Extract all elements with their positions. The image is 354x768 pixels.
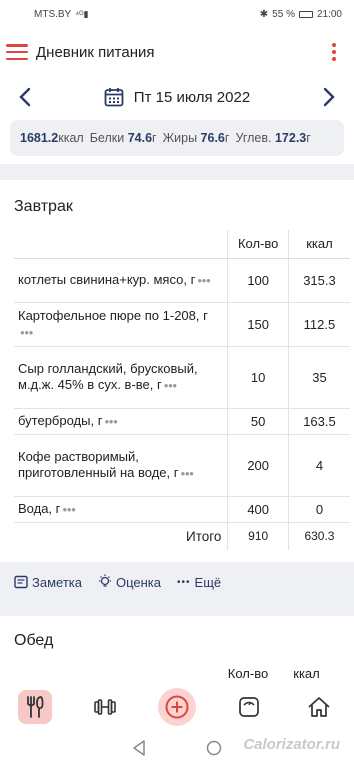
kcal-unit: ккал [58, 131, 84, 145]
table-row[interactable]: Кофе растворимый, приготовленный на воде… [14, 434, 350, 497]
food-name: Кофе растворимый, приготовленный на воде… [18, 448, 179, 480]
table-row[interactable]: бутерброды, г ●●● 50 163.5 [14, 408, 350, 435]
lunch-card: Обед Кол-во ккал [0, 616, 354, 692]
home-icon [308, 697, 330, 717]
protein-label: Белки [89, 131, 125, 145]
protein-unit: г [152, 131, 157, 145]
more-button[interactable]: ••• Ещё [177, 575, 221, 590]
more-icon[interactable]: ●●● [104, 414, 118, 430]
signal-icon: ⁴ᴳ▮ [75, 8, 89, 19]
nav-activity-button[interactable] [88, 690, 122, 724]
qty-header: Кол-во [227, 666, 269, 681]
date-selector[interactable]: Пт 15 июля 2022 [104, 87, 250, 107]
next-day-button[interactable] [318, 86, 340, 108]
battery-icon [298, 10, 313, 18]
status-bar: MTS.BY ⁴ᴳ▮ ✱ 55 % 21:00 [0, 0, 354, 28]
more-icon[interactable]: ●●● [20, 325, 34, 341]
lightbulb-icon [98, 574, 111, 587]
home-circle-icon[interactable] [206, 740, 222, 756]
total-qty: 910 [227, 522, 289, 550]
kcal-value: 1681.2 [20, 131, 59, 145]
app-bar: Дневник питания [0, 28, 354, 76]
table-row[interactable]: Картофельное пюре по 1-208, г ●●● 150 112… [14, 302, 350, 347]
table-row[interactable]: Сыр голландский, брусковый, м.д.ж. 45% в… [14, 346, 350, 409]
app-title: Дневник питания [36, 43, 155, 61]
food-qty: 150 [227, 302, 289, 347]
carrier-label: MTS.BY [34, 8, 72, 20]
watermark-text: Calorizator.ru [243, 736, 340, 753]
table-row[interactable]: Вода, г ●●● 400 0 [14, 496, 350, 523]
food-qty: 100 [227, 258, 289, 303]
kcal-header: ккал [293, 666, 320, 681]
total-row: Итого 910 630.3 [14, 522, 350, 550]
scale-icon [239, 697, 259, 717]
food-qty: 400 [227, 496, 289, 523]
food-qty: 50 [227, 408, 289, 435]
nav-weight-button[interactable] [232, 690, 266, 724]
food-kcal: 35 [288, 346, 350, 409]
breakfast-actions: Заметка Оценка ••• Ещё [0, 562, 354, 602]
breakfast-table: Кол-во ккал котлеты свинина+кур. мясо, г… [14, 230, 350, 550]
add-food-button[interactable] [158, 688, 196, 726]
fat-value: 76.6 [200, 131, 225, 145]
more-icon[interactable]: ●●● [62, 502, 76, 518]
bottom-navigation [0, 686, 354, 728]
food-name: Картофельное пюре по 1-208, г [18, 307, 208, 323]
meal-title[interactable]: Завтрак [0, 180, 354, 230]
note-icon [14, 575, 28, 589]
dots-icon: ••• [177, 576, 191, 588]
food-name: Вода, г [18, 500, 61, 516]
food-name: котлеты свинина+кур. мясо, г [18, 271, 196, 287]
daily-summary: 1681.2ккал Белки 74.6г Жиры 76.6г Углев.… [10, 120, 344, 156]
more-icon[interactable]: ●●● [180, 466, 194, 482]
food-kcal: 315.3 [288, 258, 350, 303]
rating-label: Оценка [115, 574, 162, 590]
more-icon[interactable]: ●●● [164, 378, 178, 394]
food-kcal: 112.5 [288, 302, 350, 347]
table-row[interactable]: котлеты свинина+кур. мясо, г ●●● 100 315.… [14, 258, 350, 303]
overflow-menu-icon[interactable] [324, 42, 344, 62]
fork-knife-icon [27, 696, 44, 718]
battery-label: 55 % [272, 8, 295, 20]
total-kcal: 630.3 [304, 529, 335, 544]
fat-unit: г [224, 131, 230, 145]
total-label: Итого [14, 522, 229, 550]
note-label: Заметка [32, 574, 82, 590]
prev-day-button[interactable] [14, 86, 36, 108]
food-kcal: 163.5 [288, 408, 350, 435]
carb-label: Углев. [235, 131, 272, 145]
carb-unit: г [306, 131, 311, 145]
breakfast-card: Завтрак Кол-во ккал котлеты свинина+кур.… [0, 180, 354, 600]
food-kcal: 0 [288, 496, 350, 523]
plus-circle-icon [165, 695, 189, 719]
food-name: бутерброды, г [18, 412, 103, 428]
food-qty: 200 [227, 434, 289, 497]
qty-header: Кол-во [227, 230, 289, 259]
more-label: Ещё [194, 574, 222, 590]
food-kcal: 4 [288, 434, 350, 497]
date-label: Пт 15 июля 2022 [133, 88, 251, 106]
nav-diary-button[interactable] [18, 690, 52, 724]
meal-title[interactable]: Обед [0, 616, 354, 666]
menu-icon[interactable] [6, 44, 28, 60]
back-icon[interactable] [132, 740, 146, 756]
food-qty: 10 [227, 346, 289, 409]
date-panel: Пт 15 июля 2022 1681.2ккал Белки 74.6г Ж… [0, 76, 354, 164]
bluetooth-icon: ✱ [259, 8, 269, 20]
nav-home-button[interactable] [302, 690, 336, 724]
note-button[interactable]: Заметка [14, 575, 82, 590]
rating-button[interactable]: Оценка [98, 574, 161, 590]
more-icon[interactable]: ●●● [197, 273, 211, 289]
clock-label: 21:00 [316, 8, 342, 20]
dumbbell-icon [94, 699, 116, 715]
protein-value: 74.6 [127, 131, 153, 145]
calendar-icon [104, 88, 124, 107]
fat-label: Жиры [162, 131, 198, 145]
carb-value: 172.3 [274, 131, 307, 145]
kcal-header: ккал [288, 230, 350, 259]
